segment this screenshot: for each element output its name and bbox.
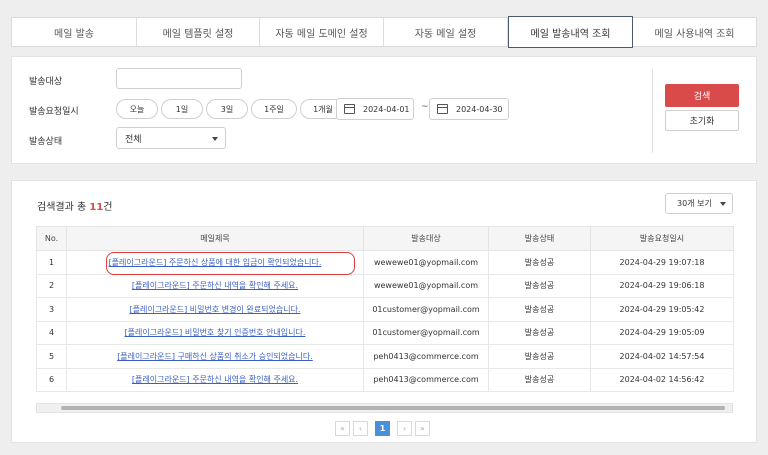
- cell-recipient: 01customer@yopmail.com: [363, 320, 489, 345]
- tab-mail-send-history[interactable]: 메일 발송내역 조회: [508, 16, 633, 48]
- cell-no: 5: [36, 344, 67, 369]
- cell-requested-at: 2024-04-29 19:06:18: [590, 273, 734, 298]
- date-to-value: 2024-04-30: [456, 104, 503, 114]
- range-3day-button[interactable]: 3일: [206, 99, 248, 119]
- date-from-field[interactable]: 2024-04-01: [336, 98, 414, 120]
- col-header-recipient: 발송대상: [363, 226, 489, 251]
- last-page-button[interactable]: »: [415, 421, 430, 436]
- cell-no: 2: [36, 273, 67, 298]
- cell-requested-at: 2024-04-29 19:05:42: [590, 297, 734, 322]
- cell-status: 발송성공: [488, 250, 591, 275]
- chevron-down-icon: [720, 202, 726, 206]
- cell-requested-at: 2024-04-29 19:07:18: [590, 250, 734, 275]
- cell-status: 발송성공: [488, 273, 591, 298]
- date-label: 발송요청일시: [29, 107, 79, 117]
- cell-subject: [플레이그라운드] 비밀번호 변경이 완료되었습니다.: [66, 297, 364, 322]
- table-row: 6 [플레이그라운드] 주문하신 내역을 확인해 주세요. peh0413@co…: [36, 367, 734, 392]
- cell-status: 발송성공: [488, 367, 591, 392]
- highlight-annotation: [106, 252, 355, 275]
- tab-mail-usage-history[interactable]: 메일 사용내역 조회: [633, 18, 756, 46]
- tab-auto-mail-settings[interactable]: 자동 메일 설정: [384, 18, 508, 46]
- tab-mail-template[interactable]: 메일 템플릿 설정: [137, 18, 260, 46]
- tab-bar: 메일 발송 메일 템플릿 설정 자동 메일 도메인 설정 자동 메일 설정 메일…: [11, 16, 757, 48]
- cell-no: 1: [36, 250, 67, 275]
- horizontal-scrollbar[interactable]: [36, 403, 733, 413]
- cell-subject: [플레이그라운드] 주문하신 내역을 확인해 주세요.: [66, 367, 364, 392]
- subject-link[interactable]: [플레이그라운드] 주문하신 내역을 확인해 주세요.: [132, 375, 298, 384]
- calendar-icon: [437, 104, 448, 114]
- results-table: No. 메일제목 발송대상 발송상태 발송요청일시 1 [플레이그라운드] 주문…: [36, 226, 734, 392]
- cell-requested-at: 2024-04-02 14:57:54: [590, 344, 734, 369]
- cell-no: 3: [36, 297, 67, 322]
- cell-status: 발송성공: [488, 344, 591, 369]
- tab-mail-send[interactable]: 메일 발송: [12, 18, 137, 46]
- recipient-label: 발송대상: [29, 77, 63, 87]
- result-count-unit: 건: [103, 202, 113, 213]
- first-page-button[interactable]: «: [335, 421, 350, 436]
- per-page-select[interactable]: 30개 보기: [665, 193, 733, 214]
- col-header-requested-at: 발송요청일시: [590, 226, 734, 251]
- range-today-button[interactable]: 오늘: [116, 99, 158, 119]
- table-row: 2 [플레이그라운드] 주문하신 내역을 확인해 주세요. wewewe01@y…: [36, 273, 734, 298]
- status-label: 발송상태: [29, 137, 63, 147]
- results-panel: 검색결과 총 11건 30개 보기 No. 메일제목 발송대상 발송상태 발송요…: [11, 180, 757, 443]
- table-row: 3 [플레이그라운드] 비밀번호 변경이 완료되었습니다. 01customer…: [36, 297, 734, 322]
- date-separator: ~: [421, 102, 429, 112]
- cell-status: 발송성공: [488, 297, 591, 322]
- col-header-status: 발송상태: [488, 226, 591, 251]
- cell-requested-at: 2024-04-02 14:56:42: [590, 367, 734, 392]
- tab-auto-mail-domain[interactable]: 자동 메일 도메인 설정: [260, 18, 384, 46]
- page-1-button[interactable]: 1: [375, 421, 390, 436]
- col-header-subject: 메일제목: [66, 226, 364, 251]
- panel-divider: [652, 69, 653, 153]
- search-button[interactable]: 검색: [665, 84, 739, 107]
- cell-subject: [플레이그라운드] 비밀번호 찾기 인증번호 안내입니다.: [66, 320, 364, 345]
- result-count: 11: [89, 202, 104, 213]
- cell-recipient: wewewe01@yopmail.com: [363, 250, 489, 275]
- cell-recipient: peh0413@commerce.com: [363, 344, 489, 369]
- table-row: 4 [플레이그라운드] 비밀번호 찾기 인증번호 안내입니다. 01custom…: [36, 320, 734, 345]
- col-header-no: No.: [36, 226, 67, 251]
- result-summary-prefix: 검색결과 총: [37, 202, 87, 213]
- cell-requested-at: 2024-04-29 19:05:09: [590, 320, 734, 345]
- status-select[interactable]: 전체: [116, 127, 226, 149]
- prev-page-button[interactable]: ‹: [353, 421, 368, 436]
- recipient-input[interactable]: [116, 68, 242, 89]
- cell-recipient: wewewe01@yopmail.com: [363, 273, 489, 298]
- subject-link[interactable]: [플레이그라운드] 주문하신 내역을 확인해 주세요.: [132, 281, 298, 290]
- subject-link[interactable]: [플레이그라운드] 비밀번호 찾기 인증번호 안내입니다.: [125, 328, 306, 337]
- next-page-button[interactable]: ›: [397, 421, 412, 436]
- table-header-row: No. 메일제목 발송대상 발송상태 발송요청일시: [36, 226, 734, 251]
- table-row: 5 [플레이그라운드] 구매하신 상품의 취소가 승인되었습니다. peh041…: [36, 344, 734, 369]
- cell-no: 6: [36, 367, 67, 392]
- range-1week-button[interactable]: 1주일: [251, 99, 297, 119]
- status-select-value: 전체: [125, 134, 142, 145]
- cell-recipient: 01customer@yopmail.com: [363, 297, 489, 322]
- calendar-icon: [344, 104, 355, 114]
- cell-status: 발송성공: [488, 320, 591, 345]
- scrollbar-thumb[interactable]: [61, 406, 725, 410]
- cell-recipient: peh0413@commerce.com: [363, 367, 489, 392]
- cell-subject: [플레이그라운드] 구매하신 상품의 취소가 승인되었습니다.: [66, 344, 364, 369]
- date-from-value: 2024-04-01: [363, 104, 410, 114]
- search-panel: 발송대상 발송요청일시 오늘 1일 3일 1주일 1개월 2024-04-01 …: [11, 56, 757, 164]
- subject-link[interactable]: [플레이그라운드] 구매하신 상품의 취소가 승인되었습니다.: [117, 352, 313, 361]
- reset-button[interactable]: 초기화: [665, 110, 739, 131]
- subject-link[interactable]: [플레이그라운드] 비밀번호 변경이 완료되었습니다.: [130, 305, 301, 314]
- chevron-down-icon: [212, 137, 218, 141]
- range-1day-button[interactable]: 1일: [161, 99, 203, 119]
- per-page-value: 30개 보기: [677, 199, 712, 208]
- date-to-field[interactable]: 2024-04-30: [429, 98, 509, 120]
- cell-subject: [플레이그라운드] 주문하신 내역을 확인해 주세요.: [66, 273, 364, 298]
- cell-no: 4: [36, 320, 67, 345]
- result-summary: 검색결과 총 11건: [37, 198, 113, 213]
